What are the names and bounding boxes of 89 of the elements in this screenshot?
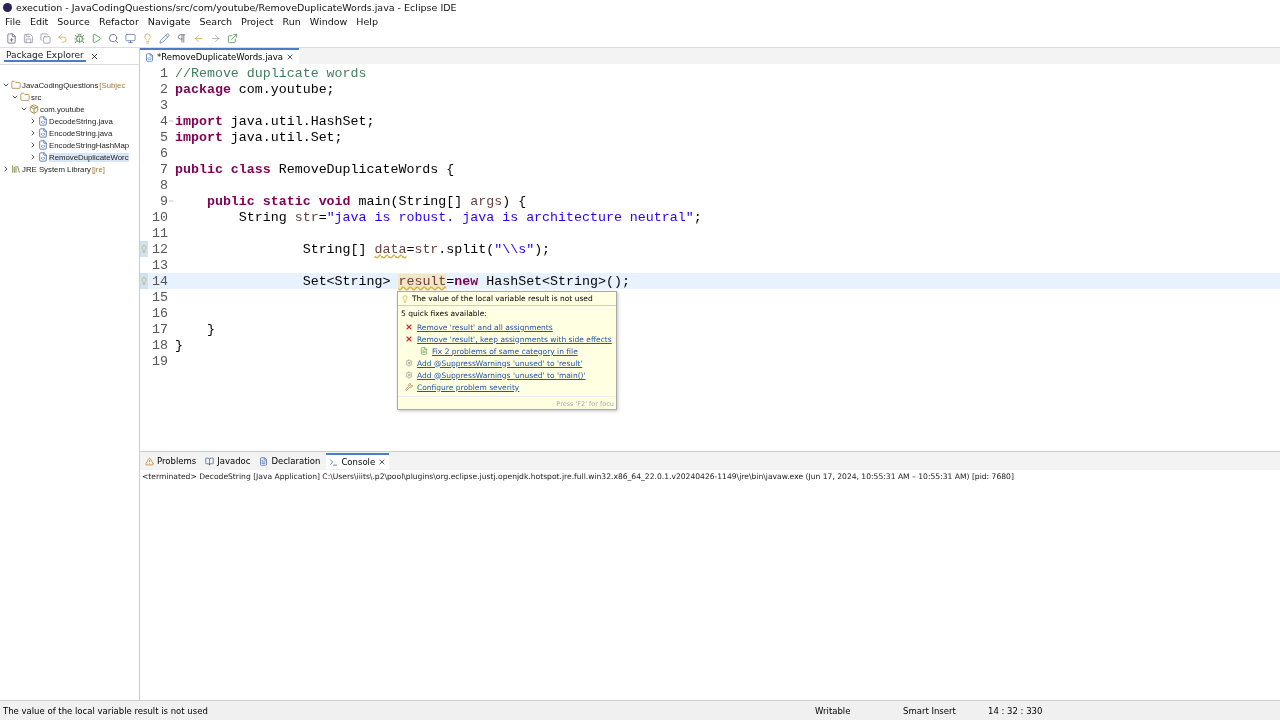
line-number: 12 bbox=[151, 241, 168, 257]
status-mode: Writable bbox=[815, 705, 852, 716]
view-tab[interactable]: Javadoc bbox=[202, 454, 254, 468]
line-number: 9 bbox=[159, 193, 168, 209]
code-line: public static void main(String[] args) { bbox=[205, 193, 527, 209]
window-title: execution - JavaCodingQuestions/src/com/youtube/RemoveDuplicateWords.java - Eclipse IDE bbox=[16, 1, 457, 13]
run-icon[interactable] bbox=[91, 32, 102, 44]
app-logo-icon bbox=[3, 2, 12, 12]
code-line: import java.util.HashSet; bbox=[174, 113, 375, 129]
annotation-icon bbox=[405, 359, 413, 367]
line-number: 11 bbox=[151, 225, 168, 241]
document-icon bbox=[259, 456, 269, 466]
view-tab[interactable]: Problems bbox=[142, 454, 200, 468]
save-icon[interactable] bbox=[23, 32, 34, 44]
menu-item[interactable]: Refactor bbox=[98, 16, 139, 27]
annotation-icon bbox=[405, 371, 413, 379]
status-position: 14 : 32 : 330 bbox=[988, 705, 1043, 716]
line-number: 5 bbox=[159, 129, 168, 145]
package-icon bbox=[29, 104, 39, 114]
line-number: 4 bbox=[159, 113, 168, 129]
editor-tab[interactable]: *RemoveDuplicateWords.java bbox=[140, 48, 300, 64]
new-file-icon[interactable] bbox=[6, 32, 17, 44]
code-line: String[] data=str.split("\\s"); bbox=[301, 241, 551, 257]
project-folder-icon bbox=[11, 80, 21, 90]
line-number: 18 bbox=[151, 337, 168, 353]
close-icon[interactable] bbox=[89, 51, 99, 61]
line-number: 8 bbox=[159, 177, 168, 193]
bug-icon[interactable] bbox=[74, 32, 85, 44]
external-link-icon[interactable] bbox=[227, 32, 238, 44]
forward-arrow-icon[interactable] bbox=[210, 32, 221, 44]
back-arrow-icon[interactable] bbox=[193, 32, 204, 44]
menu-item[interactable]: Search bbox=[199, 16, 233, 27]
menu-item[interactable]: Navigate bbox=[147, 16, 191, 27]
line-number: 16 bbox=[151, 305, 168, 321]
code-line: String str="java is robust. java is architecture neutral"; bbox=[237, 209, 702, 225]
menu-item[interactable]: File bbox=[5, 16, 21, 27]
undo-icon[interactable] bbox=[57, 32, 68, 44]
java-file-icon bbox=[145, 52, 154, 62]
copy-icon[interactable] bbox=[40, 32, 51, 44]
status-insert-mode: Smart Insert bbox=[903, 705, 957, 716]
java-file-icon bbox=[38, 152, 48, 162]
line-number: 19 bbox=[151, 353, 168, 369]
status-message: The value of the local variable result is not used bbox=[2, 705, 209, 716]
close-icon[interactable] bbox=[378, 458, 387, 466]
line-number: 2 bbox=[159, 81, 168, 97]
java-file-icon bbox=[38, 128, 48, 138]
pilcrow-icon[interactable] bbox=[176, 32, 187, 44]
code-line: } bbox=[174, 337, 183, 353]
code-line: import java.util.Set; bbox=[174, 129, 343, 145]
pencil-icon[interactable] bbox=[159, 32, 170, 44]
menu-item[interactable]: Source bbox=[57, 16, 90, 27]
code-line: //Remove duplicate words bbox=[174, 65, 367, 81]
code-line: } bbox=[205, 321, 215, 337]
code-line: public class RemoveDuplicateWords { bbox=[174, 161, 455, 177]
line-number: 17 bbox=[151, 321, 168, 337]
view-tab[interactable]: Console bbox=[326, 453, 390, 469]
line-number: 13 bbox=[151, 257, 168, 273]
line-number: 7 bbox=[159, 161, 168, 177]
source-folder-icon bbox=[20, 92, 30, 102]
lightbulb-icon[interactable] bbox=[142, 32, 153, 44]
terminal-icon bbox=[329, 457, 339, 467]
file-icon bbox=[420, 347, 428, 355]
lightbulb-icon bbox=[401, 294, 409, 303]
line-number: 10 bbox=[151, 209, 168, 225]
line-number: 14 bbox=[151, 273, 168, 289]
view-tab[interactable]: Package Explorer bbox=[4, 50, 86, 62]
menu-item[interactable]: Edit bbox=[29, 16, 49, 27]
monitor-icon[interactable] bbox=[125, 32, 136, 44]
line-number: 15 bbox=[151, 289, 168, 305]
java-file-icon bbox=[38, 116, 48, 126]
line-number: 6 bbox=[159, 145, 168, 161]
menu-item[interactable]: Run bbox=[282, 16, 301, 27]
wrench-icon bbox=[405, 383, 413, 391]
book-icon bbox=[205, 456, 215, 466]
line-number: 3 bbox=[159, 97, 168, 113]
code-line: package com.youtube; bbox=[174, 81, 335, 97]
java-file-icon bbox=[38, 140, 48, 150]
line-number: 1 bbox=[159, 65, 168, 81]
delete-icon bbox=[405, 323, 413, 331]
search-icon[interactable] bbox=[108, 32, 119, 44]
library-icon bbox=[11, 164, 21, 174]
close-icon[interactable] bbox=[286, 53, 295, 61]
code-line: Set<String> result=new HashSet<String>(); bbox=[301, 273, 630, 289]
delete-icon bbox=[405, 335, 413, 343]
menu-item[interactable]: Window bbox=[309, 16, 348, 27]
menu-item[interactable]: Project bbox=[241, 16, 274, 27]
warning-icon bbox=[145, 456, 154, 466]
view-tab[interactable]: Declaration bbox=[256, 454, 324, 468]
menu-item[interactable]: Help bbox=[356, 16, 378, 27]
